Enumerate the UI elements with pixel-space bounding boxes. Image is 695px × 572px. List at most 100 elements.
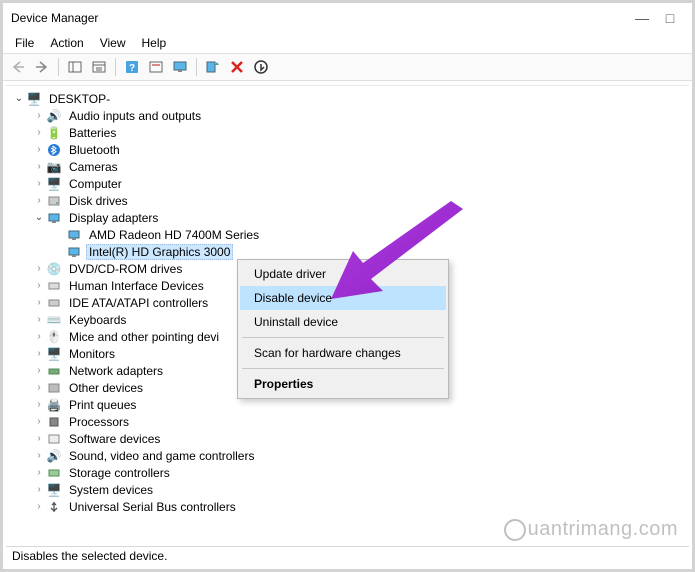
ctx-update-driver[interactable]: Update driver <box>240 262 446 286</box>
computer-icon: 🖥️ <box>46 176 62 192</box>
sound-icon: 🔊 <box>46 448 62 464</box>
expand-icon[interactable]: ⌄ <box>12 93 26 104</box>
ctx-uninstall-device[interactable]: Uninstall device <box>240 310 446 334</box>
title-bar: Device Manager — □ <box>3 3 692 33</box>
tree-item[interactable]: IDE ATA/ATAPI controllers <box>66 296 211 310</box>
tree-item[interactable]: Software devices <box>66 432 163 446</box>
expand-icon[interactable]: › <box>32 450 46 461</box>
expand-icon[interactable]: › <box>32 467 46 478</box>
expand-icon[interactable]: › <box>32 263 46 274</box>
tree-item-gpu-amd[interactable]: AMD Radeon HD 7400M Series <box>86 228 262 242</box>
tree-root[interactable]: DESKTOP- <box>46 92 113 106</box>
mouse-icon: 🖱️ <box>46 329 62 345</box>
ctx-separator <box>242 337 444 338</box>
camera-icon: 📷 <box>46 159 62 175</box>
tree-item[interactable]: Computer <box>66 177 125 191</box>
maximize-button[interactable]: □ <box>656 10 684 26</box>
menu-view[interactable]: View <box>92 34 134 52</box>
svg-text:?: ? <box>129 63 135 74</box>
expand-icon[interactable]: › <box>32 433 46 444</box>
gpu-icon <box>66 227 82 243</box>
expand-icon[interactable]: › <box>32 416 46 427</box>
ctx-properties[interactable]: Properties <box>240 372 446 396</box>
other-icon <box>46 380 62 396</box>
tree-item[interactable]: Print queues <box>66 398 139 412</box>
expand-icon[interactable]: › <box>32 501 46 512</box>
watermark: uantrimang.com <box>504 518 678 541</box>
expand-icon[interactable]: › <box>32 195 46 206</box>
gpu-icon <box>66 244 82 260</box>
usb-icon <box>46 499 62 515</box>
context-menu: Update driver Disable device Uninstall d… <box>237 259 449 399</box>
uninstall-button[interactable] <box>226 56 248 78</box>
disable-button[interactable] <box>250 56 272 78</box>
watermark-icon <box>504 519 526 541</box>
expand-icon[interactable]: › <box>32 178 46 189</box>
expand-icon[interactable]: › <box>32 127 46 138</box>
expand-icon[interactable]: › <box>32 161 46 172</box>
tree-item[interactable]: Display adapters <box>66 211 161 225</box>
minimize-button[interactable]: — <box>628 10 656 26</box>
back-button[interactable] <box>7 56 29 78</box>
menu-action[interactable]: Action <box>42 34 91 52</box>
expand-icon[interactable]: › <box>32 399 46 410</box>
expand-icon[interactable]: › <box>32 348 46 359</box>
tree-item[interactable]: Cameras <box>66 160 121 174</box>
tree-item[interactable]: Monitors <box>66 347 118 361</box>
tree-item[interactable]: Batteries <box>66 126 119 140</box>
toolbar-separator <box>58 58 59 76</box>
tree-item[interactable]: Universal Serial Bus controllers <box>66 500 239 514</box>
action-button[interactable] <box>145 56 167 78</box>
display-adapter-icon <box>46 210 62 226</box>
expand-icon[interactable]: › <box>32 297 46 308</box>
expand-icon[interactable]: › <box>32 314 46 325</box>
menu-file[interactable]: File <box>7 34 42 52</box>
tree-item[interactable]: Storage controllers <box>66 466 173 480</box>
tree-item[interactable]: Audio inputs and outputs <box>66 109 204 123</box>
tree-item[interactable]: Human Interface Devices <box>66 279 207 293</box>
monitor-icon: 🖥️ <box>46 346 62 362</box>
show-hide-tree-button[interactable] <box>64 56 86 78</box>
expand-icon[interactable]: › <box>32 110 46 121</box>
expand-icon[interactable]: › <box>32 484 46 495</box>
tree-item[interactable]: Mice and other pointing devi <box>66 330 222 344</box>
ctx-disable-device[interactable]: Disable device <box>240 286 446 310</box>
expand-icon[interactable]: ⌄ <box>32 212 46 223</box>
toolbar: ? <box>3 53 692 81</box>
dvd-icon: 💿 <box>46 261 62 277</box>
watermark-text: uantrimang.com <box>528 518 678 540</box>
expand-icon[interactable]: › <box>32 144 46 155</box>
toolbar-separator <box>115 58 116 76</box>
keyboard-icon: ⌨️ <box>46 312 62 328</box>
ctx-scan-hardware[interactable]: Scan for hardware changes <box>240 341 446 365</box>
help-button[interactable]: ? <box>121 56 143 78</box>
forward-button[interactable] <box>31 56 53 78</box>
tree-item[interactable]: Other devices <box>66 381 146 395</box>
storage-icon <box>46 465 62 481</box>
ctx-separator <box>242 368 444 369</box>
properties-button[interactable] <box>88 56 110 78</box>
status-text: Disables the selected device. <box>12 549 167 563</box>
expand-icon[interactable]: › <box>32 280 46 291</box>
tree-item-gpu-intel[interactable]: Intel(R) HD Graphics 3000 <box>86 244 233 260</box>
audio-icon: 🔊 <box>46 108 62 124</box>
bluetooth-icon <box>46 142 62 158</box>
tree-item[interactable]: System devices <box>66 483 156 497</box>
menu-help[interactable]: Help <box>134 34 175 52</box>
window-title: Device Manager <box>11 11 628 25</box>
tree-item[interactable]: Network adapters <box>66 364 166 378</box>
expand-icon[interactable]: › <box>32 382 46 393</box>
tree-item[interactable]: Disk drives <box>66 194 131 208</box>
tree-item[interactable]: Keyboards <box>66 313 129 327</box>
expand-icon[interactable]: › <box>32 331 46 342</box>
scan-button[interactable] <box>202 56 224 78</box>
tree-item[interactable]: Bluetooth <box>66 143 123 157</box>
battery-icon: 🔋 <box>46 125 62 141</box>
tree-item[interactable]: DVD/CD-ROM drives <box>66 262 185 276</box>
disk-icon <box>46 193 62 209</box>
display-button[interactable] <box>169 56 191 78</box>
processor-icon <box>46 414 62 430</box>
tree-item[interactable]: Sound, video and game controllers <box>66 449 257 463</box>
tree-item[interactable]: Processors <box>66 415 132 429</box>
expand-icon[interactable]: › <box>32 365 46 376</box>
